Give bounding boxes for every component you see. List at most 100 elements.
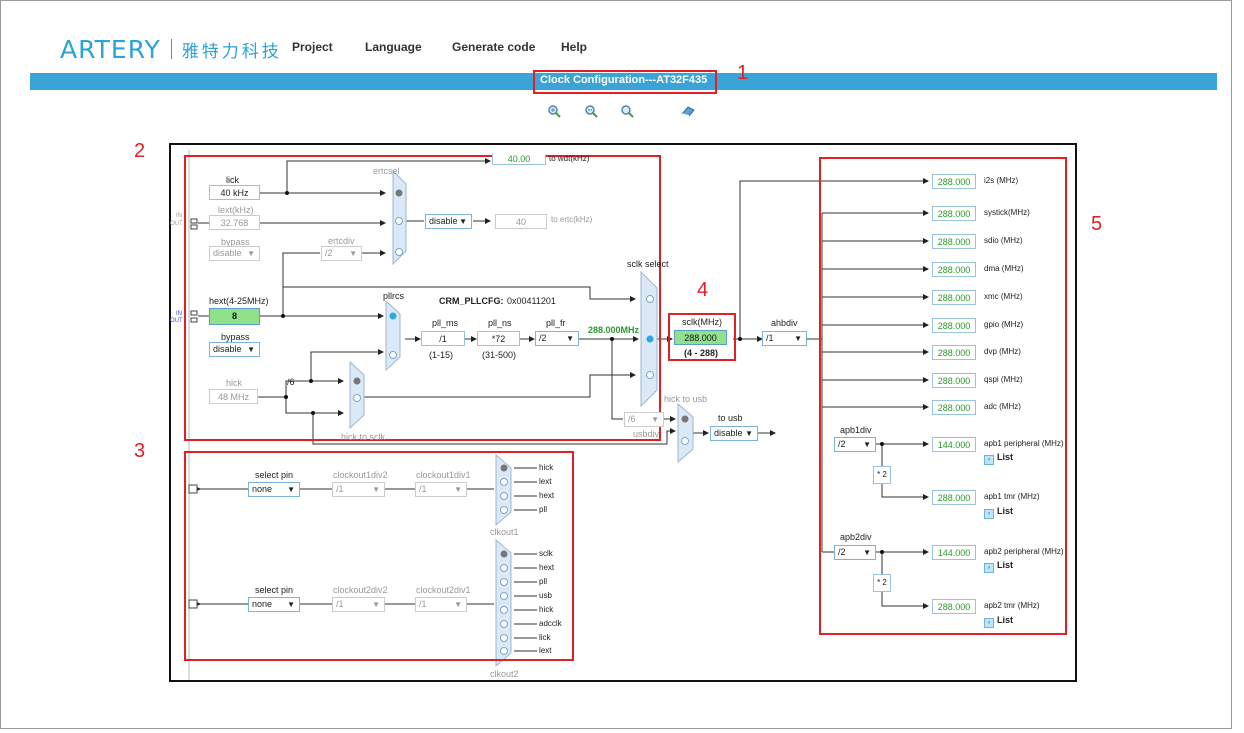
apb1-multiplier: * 2 [873, 466, 891, 484]
apb2-tmr-label: apb2 tmr (MHz) [984, 601, 1040, 610]
clockout1div1-label: clockout1div1 [416, 470, 471, 480]
ertcsel-label: ertcsel [373, 166, 400, 176]
expand-icon: › [984, 618, 994, 628]
output-gpio-value: 288.000 [932, 318, 976, 333]
ahbdiv-select[interactable]: /1 ▼ [762, 331, 807, 346]
output-adc-value: 288.000 [932, 400, 976, 415]
hick-to-sclk-label: hick to sclk [341, 432, 386, 442]
apb1-peripheral-label: apb1 peripheral (MHz) [984, 439, 1064, 448]
apb1-tmr-list-link[interactable]: › List [984, 506, 1013, 519]
ertcdiv-label: ertcdiv [328, 236, 355, 246]
clkout1-source-hext: hext [539, 491, 555, 500]
output-i2s-label: i2s (MHz) [984, 176, 1019, 185]
clkout2-source-lick: lick [539, 633, 551, 642]
output-gpio-label: gpio (MHz) [984, 320, 1024, 329]
callout-number-5: 5 [1091, 213, 1103, 235]
lick-value: 40 kHz [209, 185, 260, 200]
clkout2-select-pin[interactable]: none ▼ [248, 597, 300, 612]
callout-number-1: 1 [737, 62, 749, 84]
apb1-peripheral-value: 144.000 [932, 437, 976, 452]
pll-ms-label: pll_ms [432, 318, 459, 328]
output-dvp-value: 288.000 [932, 345, 976, 360]
clkout1-source-pll: pll [539, 505, 548, 514]
lext-in-label: IN [176, 213, 182, 219]
lext-out-label: OUT [170, 221, 183, 227]
output-dma-label: dma (MHz) [984, 264, 1024, 273]
output-xmc-value: 288.000 [932, 290, 976, 305]
hick-to-usb-mux [677, 402, 694, 464]
sclk-value: 288.000 [674, 330, 727, 345]
clkout2-source-hext: hext [539, 563, 555, 572]
pll-ms-input[interactable]: /1 [421, 331, 465, 346]
output-i2s-value: 288.000 [932, 174, 976, 189]
hext-in-label: IN [176, 311, 182, 317]
clkout1-select-pin-label: select pin [255, 470, 294, 480]
output-qspi-value: 288.000 [932, 373, 976, 388]
lick-label: lick [226, 175, 239, 185]
wdt-label: to wdt(kHz) [549, 154, 590, 163]
output-systick-label: systick(MHz) [984, 208, 1030, 217]
hext-out-label: OUT [170, 318, 183, 324]
output-adc-label: adc (MHz) [984, 402, 1021, 411]
clkout1-select-pin[interactable]: none ▼ [248, 482, 300, 497]
usbdiv-select[interactable]: /6 ▼ [624, 412, 664, 427]
output-dma-value: 288.000 [932, 262, 976, 277]
clockout1div1-select[interactable]: /1 ▼ [415, 482, 467, 497]
apb1div-select[interactable]: /2 ▼ [834, 437, 876, 452]
to-usb-select[interactable]: disable ▼ [710, 426, 758, 441]
hick-div-label: /6 [287, 377, 295, 387]
pll-fr-select[interactable]: /2 ▼ [535, 331, 579, 346]
callout-number-4: 4 [697, 279, 709, 301]
output-sdio-value: 288.000 [932, 234, 976, 249]
apb2div-select[interactable]: /2 ▼ [834, 545, 876, 560]
hext-bypass-label: bypass [221, 332, 250, 342]
sclk-label: sclk(MHz) [682, 317, 722, 327]
lext-label: lext(kHz) [218, 205, 254, 215]
clockout1div2-select[interactable]: /1 ▼ [332, 482, 385, 497]
ertcdiv-select[interactable]: /2 ▼ [321, 246, 362, 261]
apb1-peripheral-list-link[interactable]: › List [984, 452, 1013, 465]
hext-value: 8 [209, 308, 260, 325]
output-sdio-label: sdio (MHz) [984, 236, 1023, 245]
clkout2-source-usb: usb [539, 591, 552, 600]
ertc-enable-select[interactable]: disable ▼ [425, 214, 472, 229]
crm-pllcfg-label: CRM_PLLCFG: [439, 296, 504, 306]
pll-output-frequency: 288.000MHz [588, 325, 640, 335]
clockout2div2-label: clockout2div2 [333, 585, 388, 595]
clkout1-source-hick: hick [539, 463, 554, 472]
ertc-label: to ertc(kHz) [551, 215, 593, 224]
lext-bypass-select[interactable]: disable ▼ [209, 246, 260, 261]
to-usb-label: to usb [718, 413, 743, 423]
clockout2div1-select[interactable]: /1 ▼ [415, 597, 467, 612]
wdt-value: 40.00 [492, 154, 546, 165]
clkout1-mux-label: clkout1 [490, 527, 519, 537]
clkout2-source-pll: pll [539, 577, 548, 586]
clockout2div2-select[interactable]: /1 ▼ [332, 597, 385, 612]
apb2-peripheral-label: apb2 peripheral (MHz) [984, 547, 1064, 556]
output-systick-value: 288.000 [932, 206, 976, 221]
clkout1-source-lext: lext [539, 477, 552, 486]
output-dvp-label: dvp (MHz) [984, 347, 1021, 356]
apb2-peripheral-list-link[interactable]: › List [984, 560, 1013, 573]
lext-value: 32.768 [209, 215, 260, 230]
clkout2-source-hick: hick [539, 605, 554, 614]
expand-icon: › [984, 563, 994, 573]
pll-ns-label: pll_ns [488, 318, 512, 328]
pll-ms-range: (1-15) [429, 350, 454, 360]
callout-number-2: 2 [134, 140, 146, 162]
ahbdiv-label: ahbdiv [771, 318, 798, 328]
clockout1div2-label: clockout1div2 [333, 470, 388, 480]
hick-label: hick [226, 378, 243, 388]
clkout2-source-lext: lext [539, 646, 552, 655]
apb1-tmr-label: apb1 tmr (MHz) [984, 492, 1040, 501]
apb2-tmr-list-link[interactable]: › List [984, 615, 1013, 628]
apb2-multiplier: * 2 [873, 574, 891, 592]
clkout2-mux-label: clkout2 [490, 669, 519, 679]
callout-number-3: 3 [134, 440, 146, 462]
pll-ns-range: (31-500) [482, 350, 517, 360]
pll-ns-input[interactable]: *72 [477, 331, 520, 346]
hext-bypass-select[interactable]: disable ▼ [209, 342, 260, 357]
output-qspi-label: qspi (MHz) [984, 375, 1023, 384]
clkout2-source-adcclk: adcclk [539, 619, 562, 628]
hick-value: 48 MHz [209, 389, 258, 404]
